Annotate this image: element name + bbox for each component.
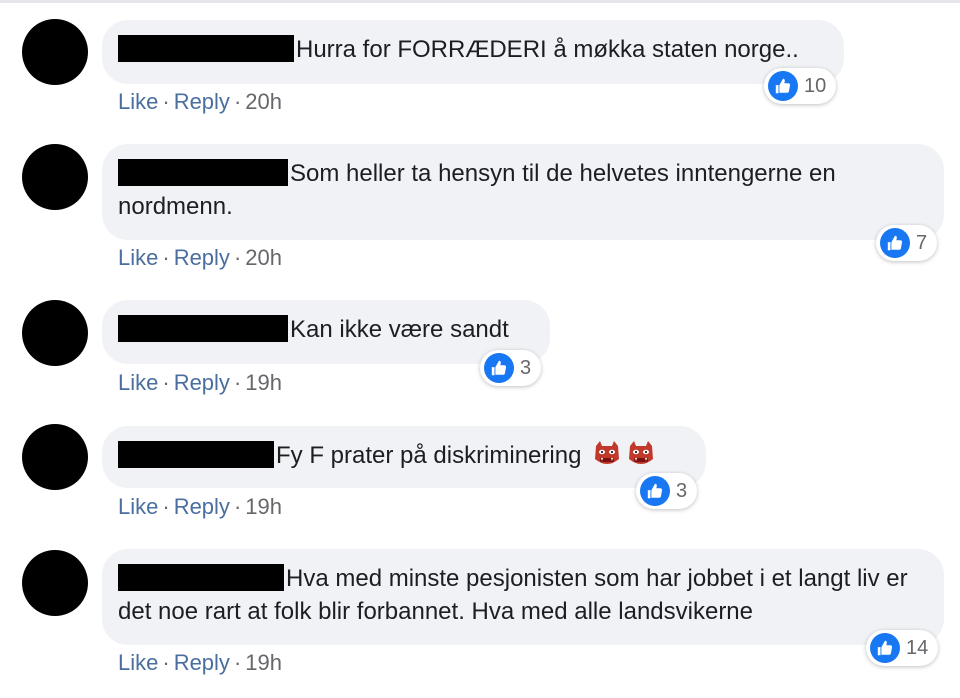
reaction-summary[interactable]: 3 (480, 350, 542, 386)
separator: · (162, 89, 170, 114)
avatar[interactable] (22, 300, 88, 366)
thumbs-up-icon (640, 476, 670, 506)
comment-actions: Like · Reply · 19h (118, 650, 282, 676)
separator: · (233, 494, 242, 519)
reply-link[interactable]: Reply (174, 245, 230, 270)
reaction-summary[interactable]: 10 (764, 68, 837, 104)
separator: · (162, 370, 170, 395)
reaction-summary[interactable]: 7 (876, 225, 938, 261)
separator: · (233, 370, 242, 395)
reaction-count: 7 (916, 231, 928, 254)
comment-actions: Like · Reply · 19h (118, 370, 282, 396)
timestamp[interactable]: 20h (245, 89, 282, 114)
comment-actions: Like · Reply · 20h (118, 245, 282, 271)
comment-text: Fy F prater på diskriminering (276, 442, 582, 469)
separator: · (162, 494, 170, 519)
reply-link[interactable]: Reply (174, 89, 230, 114)
reply-link[interactable]: Reply (174, 370, 230, 395)
timestamp[interactable]: 19h (245, 650, 282, 675)
avatar[interactable] (22, 144, 88, 210)
separator: · (233, 650, 242, 675)
reaction-summary[interactable]: 3 (636, 473, 698, 509)
separator: · (233, 245, 242, 270)
reaction-count: 3 (676, 479, 688, 502)
comment-text: Hurra for FORRÆDERI å møkka staten norge… (296, 36, 799, 63)
ogre-mask-icon (595, 441, 620, 464)
redacted-author-name[interactable] (118, 315, 288, 342)
thumbs-up-icon (768, 71, 798, 101)
avatar[interactable] (22, 19, 88, 85)
thumbs-up-icon (484, 353, 514, 383)
comment-bubble: Hurra for FORRÆDERI å møkka staten norge… (102, 20, 844, 84)
separator: · (233, 89, 242, 114)
like-link[interactable]: Like (118, 650, 158, 675)
redacted-author-name[interactable] (118, 159, 288, 186)
avatar[interactable] (22, 424, 88, 490)
avatar[interactable] (22, 550, 88, 616)
thumbs-up-icon (870, 633, 900, 663)
comment-bubble: Fy F prater på diskriminering (102, 426, 706, 488)
timestamp[interactable]: 19h (245, 370, 282, 395)
redacted-author-name[interactable] (118, 564, 284, 591)
comment-bubble: Hva med minste pesjonisten som har jobbe… (102, 549, 944, 645)
comment-bubble: Som heller ta hensyn til de helvetes inn… (102, 144, 944, 240)
reaction-count: 14 (906, 636, 929, 659)
redacted-author-name[interactable] (118, 35, 294, 62)
comment-actions: Like · Reply · 20h (118, 89, 282, 115)
thumbs-up-icon (880, 228, 910, 258)
reaction-summary[interactable]: 14 (866, 630, 939, 666)
redacted-author-name[interactable] (118, 441, 274, 468)
top-divider (0, 0, 960, 3)
timestamp[interactable]: 20h (245, 245, 282, 270)
comment-bubble: Kan ikke være sandt (102, 300, 550, 364)
comment-actions: Like · Reply · 19h (118, 494, 282, 520)
ogre-mask-icon (629, 441, 654, 464)
like-link[interactable]: Like (118, 89, 158, 114)
reaction-count: 3 (520, 356, 532, 379)
timestamp[interactable]: 19h (245, 494, 282, 519)
separator: · (162, 650, 170, 675)
like-link[interactable]: Like (118, 245, 158, 270)
like-link[interactable]: Like (118, 494, 158, 519)
comment-text: Kan ikke være sandt (290, 316, 509, 343)
separator: · (162, 245, 170, 270)
reply-link[interactable]: Reply (174, 650, 230, 675)
reaction-count: 10 (804, 74, 827, 97)
reply-link[interactable]: Reply (174, 494, 230, 519)
like-link[interactable]: Like (118, 370, 158, 395)
